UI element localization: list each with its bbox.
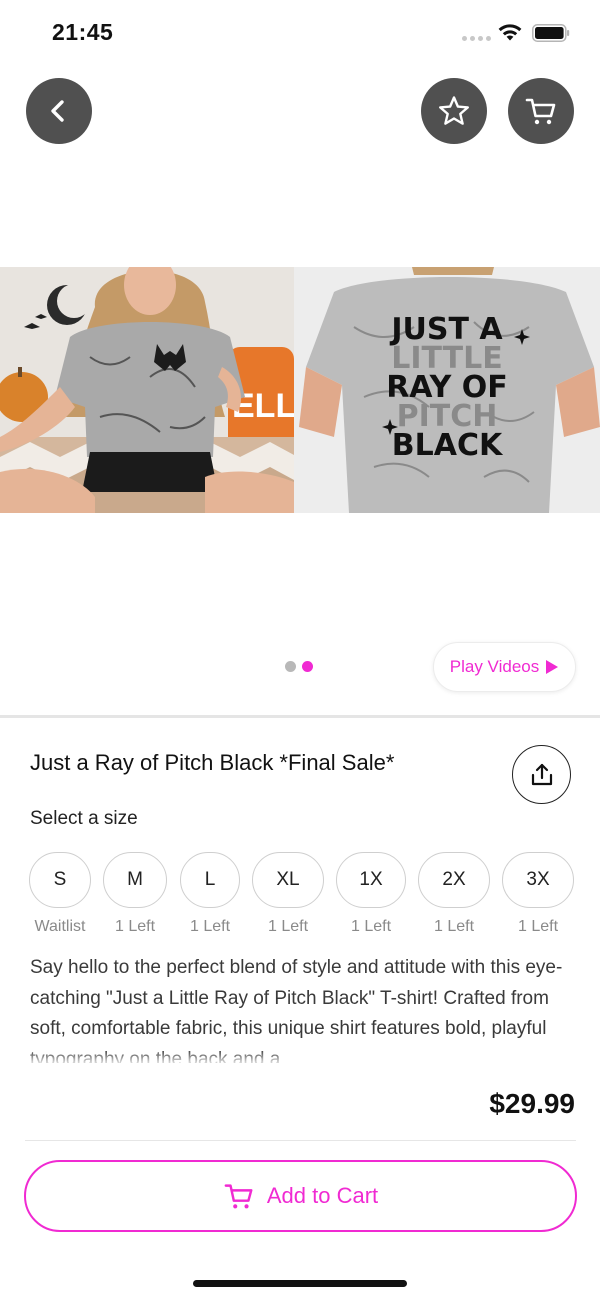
- status-time: 21:45: [52, 19, 114, 45]
- size-option-m: M 1 Left: [103, 852, 167, 936]
- size-chip-m[interactable]: M: [103, 852, 167, 908]
- cart-icon: [525, 98, 556, 125]
- gallery-dot-2[interactable]: [302, 661, 313, 672]
- add-to-cart-label: Add to Cart: [266, 1183, 379, 1208]
- play-videos-label: Play Videos: [449, 657, 540, 676]
- size-stock-3x: 1 Left: [517, 918, 559, 935]
- back-photo-illustration: JUST A LITTLE RAY OF PITCH BLACK: [294, 267, 600, 513]
- size-option-xl: XL 1 Left: [252, 852, 324, 936]
- battery-icon: [532, 24, 570, 42]
- size-stock-s: Waitlist: [34, 918, 86, 935]
- size-stock-m: 1 Left: [114, 918, 156, 935]
- wifi-icon: [498, 24, 522, 41]
- size-stock-xl: 1 Left: [267, 918, 309, 935]
- size-chip-s[interactable]: S: [29, 852, 91, 908]
- size-stock-2x: 1 Left: [433, 918, 475, 935]
- size-option-s: S Waitlist: [29, 852, 91, 936]
- size-stock-l: 1 Left: [189, 918, 231, 935]
- share-icon: [531, 763, 552, 785]
- size-chip-1x[interactable]: 1X: [336, 852, 406, 908]
- product-photo-front[interactable]: ELL: [0, 267, 294, 513]
- cart-button[interactable]: [508, 78, 574, 144]
- play-icon: [546, 660, 559, 674]
- back-button[interactable]: [26, 78, 92, 144]
- product-description: Say hello to the perfect blend of style …: [30, 957, 563, 1063]
- product-image-gallery[interactable]: ELL JUST A LITTLE RAY OF PITCH BLACK: [0, 267, 600, 513]
- size-option-l: L 1 Left: [180, 852, 240, 936]
- size-option-1x: 1X 1 Left: [336, 852, 406, 936]
- share-button[interactable]: [512, 745, 571, 804]
- favorite-button[interactable]: [421, 78, 487, 144]
- size-selector: S Waitlist M 1 Left L 1 Left XL 1 Left 1…: [29, 852, 574, 942]
- product-price: $29.99: [489, 1088, 575, 1119]
- cart-icon: [224, 1184, 253, 1209]
- add-to-cart-button[interactable]: Add to Cart: [24, 1160, 577, 1232]
- play-videos-button[interactable]: Play Videos: [433, 642, 576, 692]
- product-title: Just a Ray of Pitch Black *Final Sale*: [30, 750, 395, 775]
- front-photo-illustration: ELL: [0, 267, 294, 513]
- gallery-pagination: [285, 661, 313, 672]
- size-chip-3x[interactable]: 3X: [502, 852, 574, 908]
- size-stock-1x: 1 Left: [350, 918, 392, 935]
- home-indicator[interactable]: [193, 1280, 407, 1287]
- size-chip-xl[interactable]: XL: [252, 852, 324, 908]
- cellular-signal-icon: [462, 36, 491, 41]
- footer-divider: [25, 1140, 576, 1141]
- purchase-footer: $29.99 Add to Cart: [0, 1063, 600, 1299]
- product-photo-back[interactable]: JUST A LITTLE RAY OF PITCH BLACK: [294, 267, 600, 513]
- gallery-dot-1[interactable]: [285, 661, 296, 672]
- status-bar: 21:45: [0, 0, 600, 66]
- back-print-line-5: BLACK: [392, 428, 504, 463]
- size-chip-l[interactable]: L: [180, 852, 240, 908]
- size-heading: Select a size: [30, 808, 138, 829]
- size-option-2x: 2X 1 Left: [418, 852, 490, 936]
- size-chip-2x[interactable]: 2X: [418, 852, 490, 908]
- section-divider: [0, 715, 600, 718]
- star-icon: [439, 96, 469, 125]
- chevron-left-icon: [51, 100, 64, 122]
- size-option-3x: 3X 1 Left: [502, 852, 574, 936]
